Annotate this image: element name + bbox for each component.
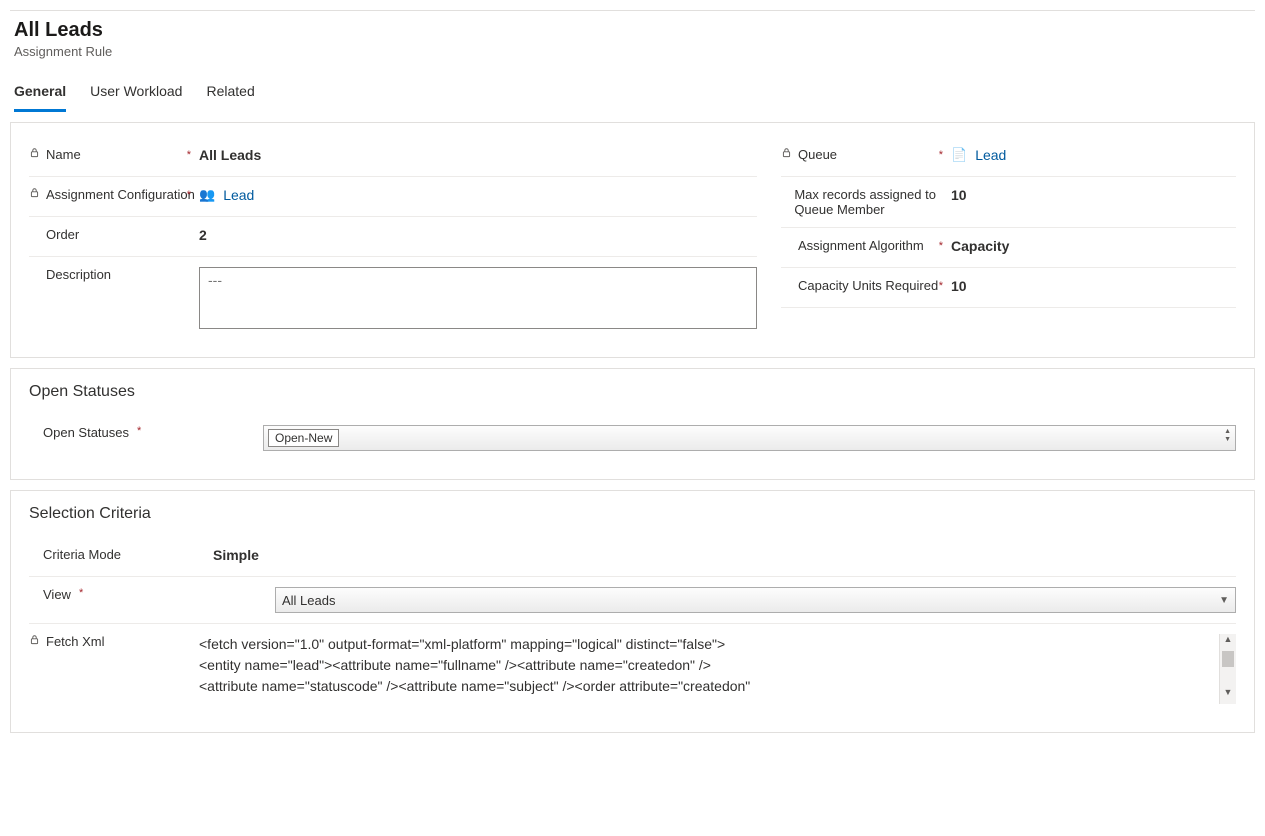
document-icon: 📄: [951, 147, 967, 163]
ac-label: Assignment Configuration: [46, 187, 195, 202]
name-value[interactable]: All Leads: [199, 147, 757, 163]
name-label: Name: [46, 147, 81, 162]
open-statuses-label: Open Statuses: [43, 425, 129, 440]
required-icon: *: [187, 189, 191, 201]
field-assignment-configuration: Assignment Configuration* 👥 Lead: [29, 177, 757, 217]
field-description: Description: [29, 257, 757, 339]
selection-criteria-title: Selection Criteria: [29, 505, 1236, 523]
cap-value[interactable]: 10: [951, 278, 1236, 294]
algo-value[interactable]: Capacity: [951, 238, 1236, 254]
tab-related[interactable]: Related: [206, 77, 254, 112]
algo-label: Assignment Algorithm: [798, 238, 924, 253]
tab-general[interactable]: General: [14, 77, 66, 112]
desc-label: Description: [46, 267, 111, 282]
section-selection-criteria: Selection Criteria Criteria Mode Simple …: [10, 490, 1255, 733]
description-input[interactable]: [199, 267, 757, 329]
cap-label: Capacity Units Required: [798, 278, 938, 293]
field-open-statuses: Open Statuses * Open-New ▲▼: [29, 415, 1236, 461]
open-statuses-title: Open Statuses: [29, 383, 1236, 401]
mode-label: Criteria Mode: [43, 547, 121, 562]
required-icon: *: [79, 587, 83, 599]
section-open-statuses: Open Statuses Open Statuses * Open-New ▲▼: [10, 368, 1255, 480]
view-dropdown[interactable]: All Leads ▼: [275, 587, 1236, 613]
required-icon: *: [939, 240, 943, 252]
lock-icon: [29, 147, 40, 158]
section-general: Name * All Leads Assignment Configuration…: [10, 122, 1255, 358]
field-assignment-algorithm: Assignment Algorithm * Capacity: [781, 228, 1236, 268]
fetch-label: Fetch Xml: [46, 634, 105, 649]
scroll-up-icon[interactable]: ▲: [1220, 634, 1236, 651]
tab-strip: General User Workload Related: [10, 77, 1255, 112]
scroll-thumb[interactable]: [1222, 651, 1234, 667]
required-icon: *: [187, 149, 191, 161]
ac-link[interactable]: Lead: [223, 187, 254, 203]
field-queue: Queue * 📄 Lead: [781, 137, 1236, 177]
mode-value[interactable]: Simple: [213, 547, 1236, 563]
field-fetch-xml: Fetch Xml ▲ ▼: [29, 624, 1236, 714]
queue-link[interactable]: Lead: [975, 147, 1006, 163]
max-value[interactable]: 10: [951, 187, 1236, 203]
fetch-xml-textarea[interactable]: [199, 634, 1219, 704]
page-subtitle: Assignment Rule: [14, 44, 1251, 59]
required-icon: *: [137, 425, 141, 437]
open-statuses-chip[interactable]: Open-New: [268, 429, 339, 447]
view-label: View: [43, 587, 71, 602]
chevron-down-icon: ▼: [1219, 595, 1229, 606]
field-max-records: Max records assigned to Queue Member 10: [781, 177, 1236, 228]
spinner-icon[interactable]: ▲▼: [1224, 428, 1231, 444]
tab-user-workload[interactable]: User Workload: [90, 77, 182, 112]
page-title: All Leads: [14, 19, 1251, 42]
page-header: All Leads Assignment Rule: [10, 10, 1255, 71]
required-icon: *: [939, 280, 943, 292]
queue-label: Queue: [798, 147, 837, 162]
required-icon: *: [939, 149, 943, 161]
scrollbar[interactable]: ▲ ▼: [1219, 634, 1236, 704]
max-label: Max records assigned to Queue Member: [794, 187, 951, 217]
field-criteria-mode: Criteria Mode Simple: [29, 537, 1236, 577]
field-capacity-units: Capacity Units Required* 10: [781, 268, 1236, 308]
lock-icon: [29, 187, 40, 198]
field-view: View * All Leads ▼: [29, 577, 1236, 624]
lock-icon: [29, 634, 40, 645]
view-value: All Leads: [282, 593, 335, 608]
open-statuses-select[interactable]: Open-New ▲▼: [263, 425, 1236, 451]
order-label: Order: [46, 227, 79, 242]
people-icon: 👥: [199, 187, 215, 203]
field-order: Order 2: [29, 217, 757, 257]
field-name: Name * All Leads: [29, 137, 757, 177]
scroll-down-icon[interactable]: ▼: [1220, 687, 1236, 704]
lock-icon: [781, 147, 792, 158]
order-value[interactable]: 2: [199, 227, 757, 243]
